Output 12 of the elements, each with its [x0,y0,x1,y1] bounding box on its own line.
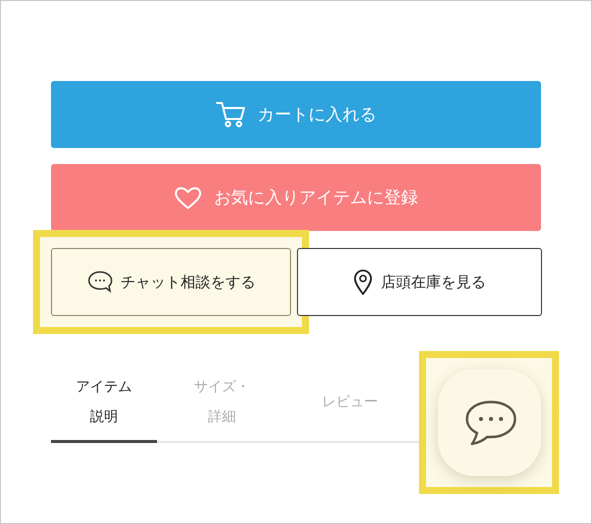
location-pin-icon [353,269,373,295]
heart-icon [174,186,202,210]
cart-icon [216,100,246,128]
favorite-button[interactable]: お気に入りアイテムに登録 [51,164,541,231]
tab[interactable]: サイズ・詳細 [157,372,287,443]
cart-button[interactable]: カートに入れる [51,81,541,148]
store-stock-button[interactable]: 店頭在庫を見る [297,248,542,316]
chat-fab-button[interactable] [438,369,541,476]
tab[interactable]: レビュー [287,372,413,443]
tab[interactable]: アイテム説明 [51,372,157,443]
chat-bubble-icon [86,270,112,294]
chat-button[interactable]: チャット相談をする [51,248,291,316]
